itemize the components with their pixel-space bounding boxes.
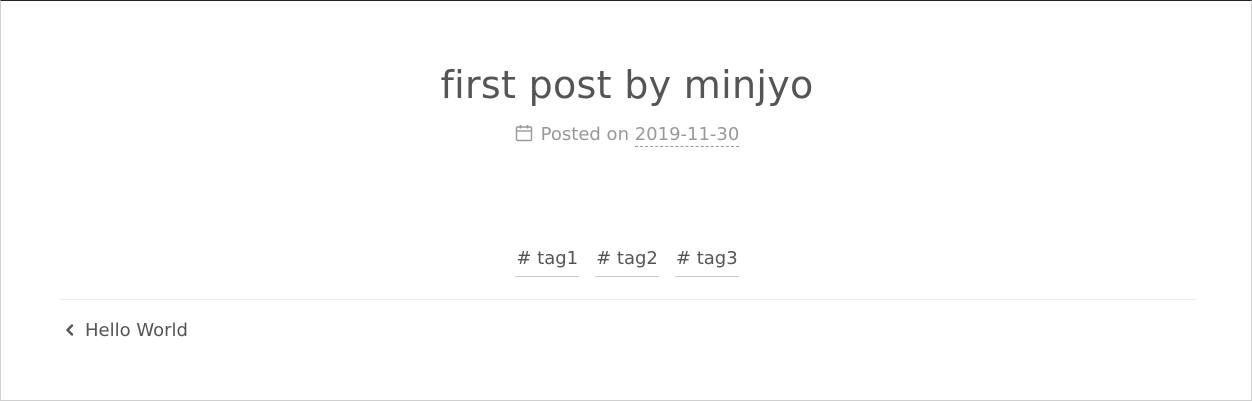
post-date-link[interactable]: 2019-11-30 (634, 124, 740, 147)
tag-link[interactable]: # tag1 (515, 247, 580, 277)
calendar-icon (515, 124, 533, 149)
post-footer-divider (59, 299, 1197, 300)
post-title: first post by minjyo (440, 63, 814, 107)
post-meta: Posted on 2019-11-30 (1, 123, 1252, 149)
tag-link[interactable]: # tag2 (595, 247, 659, 277)
prev-post-label: Hello World (85, 320, 188, 341)
prev-post-link[interactable]: Hello World (65, 319, 188, 344)
chevron-left-icon (65, 320, 75, 344)
page-frame: first post by minjyo Posted on 2019-11-3… (0, 0, 1252, 401)
post-tags: # tag1 # tag2 # tag3 (1, 247, 1252, 277)
tag-link[interactable]: # tag3 (674, 247, 739, 277)
posted-on-label: Posted on (540, 124, 629, 145)
